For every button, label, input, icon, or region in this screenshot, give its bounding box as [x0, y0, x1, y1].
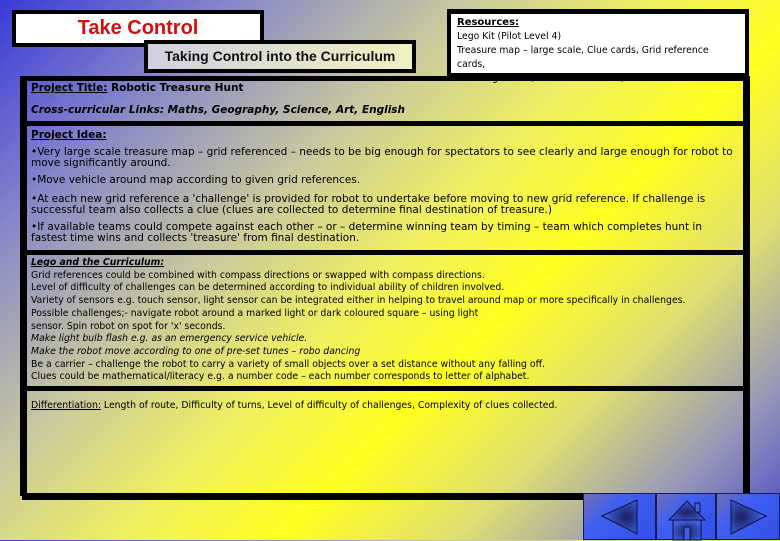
differentiation-value: Length of route, Difficulty of turns, Le…: [100, 400, 558, 411]
page-title: Take Control: [77, 17, 199, 39]
curriculum-line: Variety of sensors e.g. touch sensor, li…: [31, 295, 686, 307]
idea-bullet: •At each new grid reference a 'challenge…: [31, 193, 706, 216]
curriculum-line: Possible challenges;- navigate robot aro…: [31, 307, 479, 319]
curriculum-heading: Lego and the Curriculum:: [31, 257, 165, 268]
triangle-left-icon: [600, 499, 638, 535]
subtitle-box: Taking Control into the Curriculum: [144, 40, 416, 73]
triangle-right-icon: [730, 499, 768, 535]
curriculum-line: Make light bulb flash e.g. as an emergen…: [31, 333, 308, 345]
project-idea-section: Project Idea: •Very large scale treasure…: [27, 130, 743, 248]
idea-bullet: •Very large scale treasure map – grid re…: [31, 146, 733, 169]
divider: [27, 121, 743, 126]
curriculum-line: Be a carrier – challenge the robot to ca…: [31, 358, 545, 370]
cross-curricular-row: Cross-curricular Links: Maths, Geography…: [27, 104, 743, 117]
curriculum-line: Make the robot move according to one of …: [31, 345, 361, 357]
curriculum-line: Clues could be mathematical/literacy e.g…: [31, 371, 530, 383]
cross-curricular-label: Cross-curricular Links:: [31, 104, 165, 116]
project-title-label: Project Title:: [31, 82, 108, 94]
divider: [27, 250, 743, 255]
curriculum-line: Grid references could be combined with c…: [31, 269, 485, 281]
house-icon: [667, 500, 707, 541]
differentiation-section: Differentiation: Length of route, Diffic…: [27, 399, 743, 412]
cross-curricular-value: Maths, Geography, Science, Art, English: [164, 104, 406, 116]
project-title-row: Project Title: Robotic Treasure Hunt: [27, 82, 743, 95]
page-subtitle: Taking Control into the Curriculum: [164, 48, 396, 64]
back-button[interactable]: [583, 493, 656, 540]
resource-line: Treasure map – large scale, Clue cards, …: [457, 45, 709, 70]
resource-line: Lego Kit (Pilot Level 4): [457, 31, 562, 42]
forward-button[interactable]: [716, 493, 780, 540]
home-button[interactable]: [656, 493, 716, 541]
resources-box: Resources: Lego Kit (Pilot Level 4) Trea…: [447, 9, 749, 84]
curriculum-line: sensor. Spin robot on spot for 'x' secon…: [31, 320, 226, 332]
resources-heading: Resources:: [457, 17, 520, 28]
curriculum-line: Level of difficulty of challenges can be…: [31, 282, 505, 294]
idea-bullet: •Move vehicle around map according to gi…: [31, 174, 361, 186]
divider: [27, 386, 743, 391]
curriculum-section: Lego and the Curriculum: Grid references…: [27, 257, 743, 384]
project-title-value: Robotic Treasure Hunt: [107, 82, 244, 94]
idea-bullet: •If available teams could compete agains…: [31, 221, 702, 244]
differentiation-label: Differentiation:: [31, 400, 101, 411]
project-idea-heading: Project Idea:: [31, 129, 107, 141]
